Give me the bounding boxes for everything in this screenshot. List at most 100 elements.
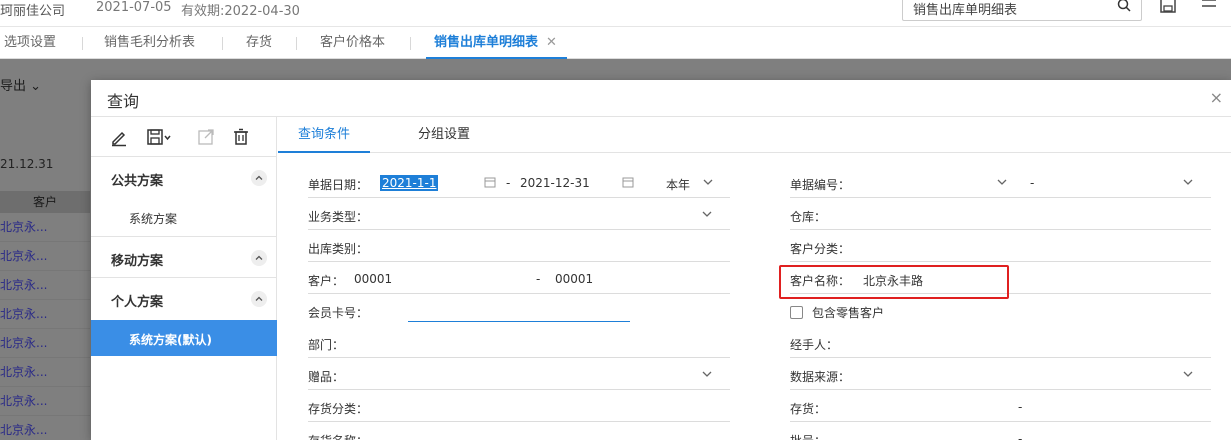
table-row: 北京永...	[0, 300, 90, 329]
divider	[91, 277, 277, 278]
table-row: 北京永...	[0, 213, 90, 242]
customer-from-input[interactable]: 00001	[354, 272, 392, 286]
dialog-title: 查询	[107, 92, 140, 111]
mobile-scheme-section[interactable]: 移动方案	[91, 238, 277, 276]
field-label: 单据日期：	[308, 178, 369, 192]
chevron-down-icon[interactable]	[1183, 369, 1193, 379]
section-label: 公共方案	[111, 174, 164, 189]
calendar-icon[interactable]	[622, 176, 634, 188]
table-row: 北京永...	[0, 358, 90, 387]
scheme-toolbar	[91, 117, 277, 157]
field-label: 赠品：	[308, 370, 345, 384]
date-from-input[interactable]: 2021-1-1	[380, 175, 439, 191]
tab-separator	[222, 37, 223, 50]
query-tabs: 查询条件 分组设置	[278, 117, 1231, 153]
warehouse-field[interactable]: 仓库：	[790, 200, 1211, 230]
chevron-down-icon[interactable]	[1183, 177, 1193, 187]
department-field[interactable]: 部门：	[308, 328, 730, 358]
range-separator: -	[1018, 432, 1023, 440]
date-preset-select[interactable]: 本年	[666, 176, 690, 193]
save-icon[interactable]	[1159, 0, 1177, 14]
calendar-icon[interactable]	[484, 176, 496, 188]
chevron-up-icon[interactable]	[251, 170, 267, 186]
range-separator: -	[1030, 176, 1035, 190]
tab-separator	[296, 37, 297, 50]
customer-to-input[interactable]: 00001	[555, 272, 593, 286]
doc-date-field: 单据日期： 2021-1-1 - 2021-12-31 本年	[308, 168, 730, 198]
edit-icon[interactable]	[109, 127, 129, 147]
chevron-down-icon[interactable]	[702, 369, 712, 379]
tab-label: 销售出库单明细表	[434, 35, 539, 50]
chevron-down-icon[interactable]	[997, 177, 1007, 187]
gift-field[interactable]: 赠品：	[308, 360, 730, 390]
chevron-up-icon[interactable]	[251, 291, 267, 307]
data-source-field[interactable]: 数据来源：	[790, 360, 1211, 390]
save-dropdown-icon[interactable]	[146, 127, 172, 147]
section-label: 个人方案	[111, 295, 164, 310]
export-menu: 导出 ⌄	[0, 79, 42, 94]
chevron-up-icon[interactable]	[251, 250, 267, 266]
section-label: 移动方案	[111, 254, 164, 269]
table-row: 北京永...	[0, 242, 90, 271]
table-row: 北京永...	[0, 271, 90, 300]
inventory-name-field[interactable]: 存货名称：	[308, 424, 730, 440]
doc-number-field: 单据编号： -	[790, 168, 1211, 198]
batch-field[interactable]: 批号： -	[790, 424, 1211, 440]
company-name: 珂丽佳公司	[0, 4, 66, 19]
field-label: 客户分类：	[790, 242, 851, 256]
tab-customer-price[interactable]: 客户价格本	[320, 27, 385, 59]
scheme-panel: 公共方案 系统方案 移动方案 个人方案 系统方案(默认)	[91, 117, 277, 440]
range-separator: -	[506, 176, 511, 190]
checkbox-label: 包含零售客户	[812, 306, 885, 320]
field-label: 存货：	[790, 402, 827, 416]
tab-options[interactable]: 选项设置	[4, 27, 56, 59]
delete-icon[interactable]	[231, 127, 251, 147]
inventory-class-field[interactable]: 存货分类：	[308, 392, 730, 422]
member-card-input-underline	[408, 321, 630, 322]
login-date: 2021-07-05	[96, 0, 172, 15]
chevron-down-icon[interactable]	[703, 177, 713, 187]
personal-scheme-section[interactable]: 个人方案	[91, 279, 277, 317]
scheme-item-system-default[interactable]: 系统方案(默认)	[91, 320, 277, 356]
tab-group-settings[interactable]: 分组设置	[398, 117, 490, 153]
public-scheme-section[interactable]: 公共方案	[91, 158, 277, 196]
customer-class-field[interactable]: 客户分类：	[790, 232, 1211, 262]
scheme-item-label: 系统方案(默认)	[129, 333, 212, 347]
table-row: 北京永...	[0, 329, 90, 358]
date-to-input[interactable]: 2021-12-31	[520, 176, 590, 190]
tab-sales-outbound-detail[interactable]: 销售出库单明细表 ✕	[426, 27, 567, 59]
tab-query-conditions[interactable]: 查询条件	[278, 117, 371, 153]
field-label: 会员卡号：	[308, 306, 369, 320]
scheme-item-label: 系统方案	[129, 212, 178, 226]
field-label: 经手人：	[790, 338, 839, 352]
validity-date: 有效期:2022-04-30	[181, 4, 300, 19]
filter-icon[interactable]	[1200, 0, 1218, 14]
divider	[91, 236, 277, 237]
close-icon[interactable]: ✕	[546, 35, 557, 50]
scheme-item-system[interactable]: 系统方案	[91, 199, 277, 235]
include-retail-field[interactable]: 包含零售客户	[790, 296, 1211, 326]
field-label: 部门：	[308, 338, 345, 352]
field-label: 业务类型：	[308, 210, 369, 224]
global-search-value: 销售出库单明细表	[913, 3, 1018, 18]
chevron-down-icon[interactable]	[702, 209, 712, 219]
query-dialog: 查询 × 公共方案 系统方案 移动方案 个人方案 系统方案(默认) 查询条件 分…	[91, 80, 1231, 440]
table-row: 北京永...	[0, 416, 90, 440]
close-icon[interactable]: ×	[1210, 88, 1223, 107]
inventory-field[interactable]: 存货： -	[790, 392, 1211, 422]
tab-inventory[interactable]: 存货	[246, 27, 272, 59]
top-bar: 珂丽佳公司 2021-07-05 有效期:2022-04-30 销售出库单明细表	[0, 0, 1231, 27]
search-icon[interactable]	[1117, 0, 1131, 12]
biz-type-field[interactable]: 业务类型：	[308, 200, 730, 230]
tab-separator	[410, 37, 411, 50]
field-label: 批号：	[790, 432, 826, 440]
global-search-input[interactable]: 销售出库单明细表	[902, 0, 1142, 21]
tab-gross-profit[interactable]: 销售毛利分析表	[104, 27, 195, 59]
tab-bar: 选项设置 销售毛利分析表 存货 客户价格本 销售出库单明细表 ✕	[0, 27, 1231, 59]
include-retail-checkbox[interactable]	[790, 306, 803, 319]
tab-separator	[82, 37, 83, 50]
export-icon[interactable]	[196, 127, 216, 147]
outbound-type-field[interactable]: 出库类别：	[308, 232, 730, 262]
handler-field[interactable]: 经手人：	[790, 328, 1211, 358]
field-label: 客户：	[308, 274, 345, 288]
